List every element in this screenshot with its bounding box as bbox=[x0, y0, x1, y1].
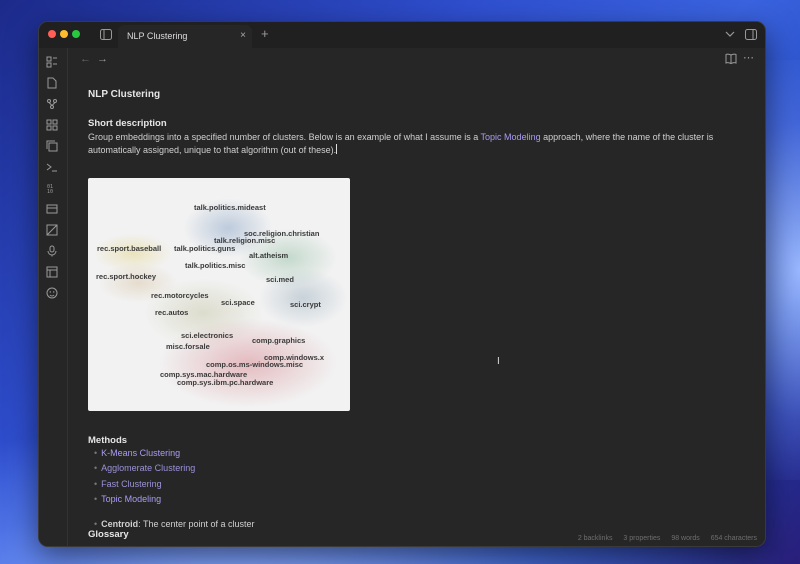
cluster-label: talk.politics.misc bbox=[185, 261, 246, 270]
reading-view-icon[interactable] bbox=[725, 53, 737, 67]
sidebar-toggle-icon[interactable] bbox=[100, 29, 112, 43]
list-item: • Fast Clustering bbox=[94, 479, 162, 489]
mic-icon[interactable] bbox=[46, 245, 58, 257]
file-icon[interactable] bbox=[46, 77, 58, 89]
title-bar: NLP Clustering × + bbox=[39, 22, 765, 48]
short-description-paragraph: Group embeddings into a specified number… bbox=[88, 131, 728, 157]
mouse-cursor-icon: Ι bbox=[497, 356, 500, 367]
list-item: • K-Means Clustering bbox=[94, 448, 181, 458]
cluster-label: sci.crypt bbox=[290, 300, 321, 309]
topic-modeling-link[interactable]: Topic Modeling bbox=[481, 132, 541, 142]
cluster-label: sci.med bbox=[266, 275, 294, 284]
copy-icon[interactable] bbox=[46, 140, 58, 152]
character-count: 654 characters bbox=[710, 535, 757, 542]
new-tab-icon[interactable]: + bbox=[261, 27, 269, 40]
cluster-label: talk.politics.mideast bbox=[194, 203, 266, 212]
fast-clustering-link[interactable]: Fast Clustering bbox=[101, 479, 162, 489]
grid-icon[interactable] bbox=[46, 119, 58, 131]
zoom-window-button[interactable] bbox=[72, 30, 80, 38]
left-ribbon: 01 10 bbox=[39, 48, 68, 546]
more-options-icon[interactable]: ⋯ bbox=[743, 52, 754, 64]
back-icon[interactable]: ← bbox=[80, 53, 91, 65]
cluster-label: rec.sport.hockey bbox=[96, 272, 157, 281]
card-icon[interactable] bbox=[46, 203, 58, 215]
tab-nlp-clustering[interactable]: NLP Clustering × bbox=[118, 25, 252, 48]
graph-icon[interactable] bbox=[46, 98, 58, 110]
agglomerate-link[interactable]: Agglomerate Clustering bbox=[101, 463, 195, 473]
cluster-label: rec.sport.baseball bbox=[97, 244, 162, 253]
cluster-label: sci.space bbox=[221, 298, 255, 307]
word-count: 98 words bbox=[671, 535, 700, 542]
layout-icon[interactable] bbox=[46, 266, 58, 278]
view-header: ← → ⋯ bbox=[68, 48, 765, 70]
tag-icon[interactable]: 01 10 bbox=[46, 182, 58, 195]
list-item: • Centroid: The center point of a cluster bbox=[94, 519, 255, 529]
cluster-visualization-image: talk.politics.mideast soc.religion.chris… bbox=[88, 178, 350, 411]
note-title: NLP Clustering bbox=[88, 89, 161, 100]
cluster-label: comp.graphics bbox=[252, 336, 306, 345]
glossary-term: Centroid bbox=[101, 519, 139, 529]
cluster-label: misc.forsale bbox=[166, 342, 210, 351]
glossary-definition: : The center point of a cluster bbox=[138, 519, 255, 529]
app-window: NLP Clustering × + 01 10 ← → ⋯ NLP Clust… bbox=[38, 21, 766, 547]
glossary-heading: Glossary bbox=[88, 529, 129, 540]
cluster-label: rec.motorcycles bbox=[151, 291, 209, 300]
list-item: • Topic Modeling bbox=[94, 494, 162, 504]
close-window-button[interactable] bbox=[48, 30, 56, 38]
list-item: • Agglomerate Clustering bbox=[94, 463, 196, 473]
face-icon[interactable] bbox=[46, 287, 58, 299]
cluster-label: comp.sys.ibm.pc.hardware bbox=[177, 378, 274, 387]
cluster-label: alt.atheism bbox=[249, 251, 289, 260]
properties-count[interactable]: 3 properties bbox=[623, 535, 660, 542]
note-content[interactable]: NLP Clustering Short description Group e… bbox=[88, 70, 748, 540]
cluster-label: comp.os.ms-windows.misc bbox=[206, 360, 304, 369]
chevron-down-icon[interactable] bbox=[725, 29, 735, 42]
backlinks-count[interactable]: 2 backlinks bbox=[578, 535, 613, 542]
terminal-icon[interactable] bbox=[46, 161, 58, 173]
close-tab-icon[interactable]: × bbox=[240, 30, 246, 41]
text-cursor bbox=[336, 144, 338, 154]
right-sidebar-icon[interactable] bbox=[745, 29, 757, 43]
short-description-heading: Short description bbox=[88, 118, 167, 129]
cluster-label: talk.politics.guns bbox=[174, 244, 236, 253]
para-text-before: Group embeddings into a specified number… bbox=[88, 132, 481, 142]
svg-text:10: 10 bbox=[47, 189, 53, 194]
status-bar: 2 backlinks 3 properties 98 words 654 ch… bbox=[569, 535, 757, 542]
methods-heading: Methods bbox=[88, 435, 128, 446]
files-icon[interactable] bbox=[46, 56, 58, 68]
minimize-window-button[interactable] bbox=[60, 30, 68, 38]
forward-icon[interactable]: → bbox=[97, 53, 108, 65]
cluster-label: rec.autos bbox=[155, 308, 189, 317]
canvas-icon[interactable] bbox=[46, 224, 58, 236]
topic-modeling-method-link[interactable]: Topic Modeling bbox=[101, 494, 161, 504]
cluster-label: sci.electronics bbox=[181, 331, 234, 340]
k-means-link[interactable]: K-Means Clustering bbox=[101, 448, 180, 458]
tab-title: NLP Clustering bbox=[127, 31, 188, 41]
